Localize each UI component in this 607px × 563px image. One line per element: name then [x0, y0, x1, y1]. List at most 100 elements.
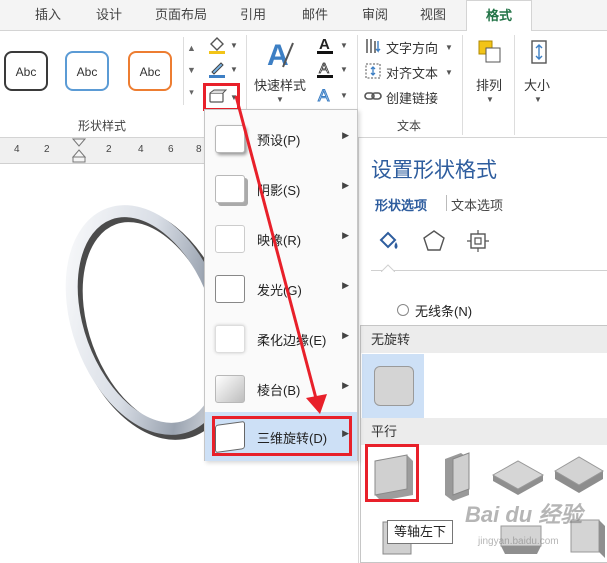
layout-properties-icon[interactable]: [465, 228, 491, 254]
shape-styles-group-label: 形状样式: [78, 119, 127, 133]
menu-item-preset[interactable]: 预设(P) ▶: [205, 114, 357, 163]
text-direction-caret-icon[interactable]: ▼: [445, 43, 453, 52]
submenu-arrow-icon: ▶: [342, 180, 349, 190]
ribbon-divider: [462, 35, 463, 135]
arrange-button[interactable]: 排列: [476, 75, 502, 94]
submenu-arrow-icon: ▶: [342, 130, 349, 140]
outline-caret-icon[interactable]: ▼: [230, 65, 238, 74]
menu-item-label: 映像(R): [257, 233, 302, 248]
effects-tab-icon[interactable]: [421, 228, 447, 254]
arrange-icon[interactable]: [475, 37, 505, 67]
text-outline-caret-icon[interactable]: ▼: [340, 65, 348, 74]
text-effects-icon[interactable]: A: [314, 85, 336, 106]
text-effects-caret-icon[interactable]: ▼: [340, 91, 348, 100]
menu-item-shadow[interactable]: 阴影(S) ▶: [205, 164, 357, 213]
menu-item-label: 棱台(B): [257, 383, 301, 398]
size-button[interactable]: 大小: [524, 75, 550, 94]
shape-style-2[interactable]: Abc: [65, 51, 109, 91]
menu-item-bevel[interactable]: 棱台(B) ▶: [205, 364, 357, 413]
gallery-scrollbar[interactable]: ▲ ▼ ▾: [183, 37, 199, 105]
tab-insert[interactable]: 插入: [22, 0, 74, 31]
horizontal-ruler[interactable]: 4 2 2 4 6 8: [0, 138, 205, 164]
section-header-parallel: 平行: [361, 418, 607, 445]
text-group-label: 文本: [397, 119, 422, 133]
ruler-number: 2: [106, 144, 112, 155]
shape-style-3[interactable]: Abc: [128, 51, 172, 91]
no-rotation-tile[interactable]: [362, 354, 424, 418]
watermark: Bai du 经验: [465, 502, 583, 527]
shape-outline-icon[interactable]: [206, 59, 228, 79]
preset-icon: [215, 125, 245, 153]
pane-pointer-icon: [381, 264, 395, 272]
align-text-button[interactable]: 对齐文本: [386, 63, 438, 82]
ribbon-tab-bar: 插入 设计 页面布局 引用 邮件 审阅 视图 格式: [0, 0, 607, 32]
tab-shape-options[interactable]: 形状选项: [375, 195, 427, 214]
ruler-number: 4: [14, 144, 20, 155]
tooltip: 等轴左下: [387, 520, 453, 544]
tab-design[interactable]: 设计: [84, 0, 134, 31]
menu-item-glow[interactable]: 发光(G) ▶: [205, 264, 357, 313]
submenu-arrow-icon: ▶: [342, 330, 349, 340]
size-icon[interactable]: [525, 37, 553, 67]
submenu-arrow-icon: ▶: [342, 230, 349, 240]
shape-fill-icon[interactable]: [206, 35, 228, 55]
glow-icon: [215, 275, 245, 303]
tab-format[interactable]: 格式: [466, 0, 532, 32]
no-rotation-preview: [374, 366, 414, 406]
watermark-url: jingyan.baidu.com: [478, 536, 559, 547]
menu-item-soft-edges[interactable]: 柔化边缘(E) ▶: [205, 314, 357, 363]
ribbon-divider: [514, 35, 515, 135]
submenu-arrow-icon: ▶: [342, 380, 349, 390]
create-link-button[interactable]: 创建链接: [386, 88, 438, 107]
text-direction-button[interactable]: 文字方向: [386, 38, 438, 57]
tab-mailings[interactable]: 邮件: [290, 0, 340, 31]
menu-item-reflection[interactable]: 映像(R) ▶: [205, 214, 357, 263]
menu-item-label: 阴影(S): [257, 183, 301, 198]
gallery-up-icon[interactable]: ▲: [184, 37, 199, 59]
effects-button-highlight: [203, 83, 240, 111]
svg-text:A: A: [319, 60, 329, 77]
menu-item-label: 发光(G): [257, 283, 302, 298]
ruler-number: 8: [196, 144, 202, 155]
quick-styles-button[interactable]: 快速样式: [254, 75, 306, 94]
svg-text:A: A: [319, 36, 330, 53]
quick-styles-icon[interactable]: A: [265, 37, 295, 71]
align-text-icon[interactable]: [364, 62, 382, 80]
svg-text:A: A: [267, 39, 289, 71]
align-text-caret-icon[interactable]: ▼: [445, 68, 453, 77]
submenu-arrow-icon: ▶: [342, 280, 349, 290]
gallery-down-icon[interactable]: ▼: [184, 59, 199, 81]
ruler-number: 4: [138, 144, 144, 155]
text-outline-icon[interactable]: A: [314, 59, 336, 79]
soft-edges-icon: [215, 325, 245, 353]
arrange-caret-icon[interactable]: ▼: [486, 95, 494, 104]
isometric-tile-highlight: [365, 444, 419, 502]
size-caret-icon[interactable]: ▼: [534, 95, 542, 104]
create-link-icon[interactable]: [364, 87, 382, 105]
no-line-radio[interactable]: [397, 304, 409, 316]
ruler-number: 6: [168, 144, 174, 155]
quick-styles-caret-icon[interactable]: ▼: [276, 95, 284, 104]
menu-item-label: 柔化边缘(E): [257, 333, 327, 348]
shape-effects-menu: 预设(P) ▶ 阴影(S) ▶ 映像(R) ▶ 发光(G) ▶ 柔化边缘(E) …: [204, 109, 358, 461]
pane-title: 设置形状格式: [371, 159, 497, 182]
text-direction-icon[interactable]: [364, 37, 382, 55]
bevel-icon: [215, 375, 245, 403]
gallery-more-icon[interactable]: ▾: [184, 81, 199, 103]
text-fill-icon[interactable]: A: [314, 35, 336, 55]
tab-references[interactable]: 引用: [228, 0, 278, 31]
tab-text-options[interactable]: 文本选项: [451, 195, 503, 214]
reflection-icon: [215, 225, 245, 253]
text-fill-caret-icon[interactable]: ▼: [340, 41, 348, 50]
tab-review[interactable]: 审阅: [350, 0, 400, 31]
shape-style-1[interactable]: Abc: [4, 51, 48, 91]
tab-view[interactable]: 视图: [408, 0, 458, 31]
indent-marker-icon[interactable]: [72, 138, 86, 164]
menu-item-label: 预设(P): [257, 133, 301, 148]
shadow-icon: [215, 175, 245, 203]
fill-line-icon[interactable]: [375, 228, 403, 254]
pane-separator: [371, 270, 607, 271]
3d-rotation-highlight: [212, 416, 352, 456]
fill-caret-icon[interactable]: ▼: [230, 41, 238, 50]
tab-page-layout[interactable]: 页面布局: [146, 0, 216, 31]
